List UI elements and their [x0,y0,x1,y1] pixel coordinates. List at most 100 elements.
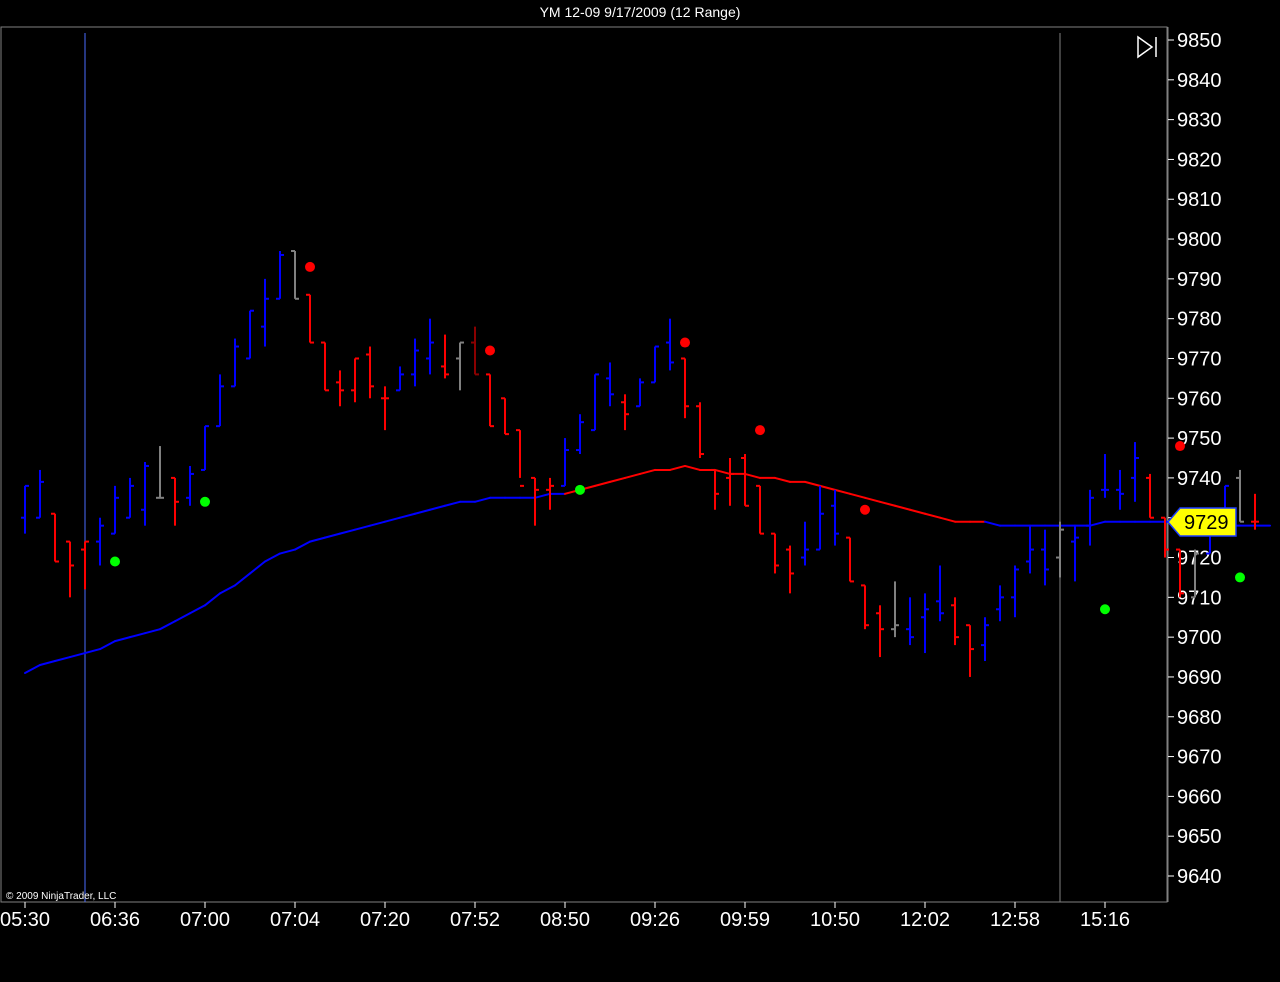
sell-signal-dot [860,504,870,515]
ohlc-bar [96,517,104,566]
ma-segment [894,504,911,511]
ma-segment [819,484,836,491]
ma-segment [129,632,146,639]
ma-segment [99,640,116,651]
ohlc-bar [1071,525,1079,582]
ohlc-bar [66,540,74,598]
ohlc-bar [201,425,209,471]
ohlc-bar [216,374,224,428]
ohlc-bar [636,378,644,408]
sell-signal-dot [1175,441,1185,452]
ma-segment [444,500,461,507]
ma-segment [744,472,761,479]
ohlc-bar [1251,493,1259,530]
x-tick-label: 08:50 [540,909,590,931]
ma-segment [639,468,656,475]
ma-segment [174,612,191,623]
x-tick-label: 07:20 [360,909,410,931]
x-tick-label: 09:26 [630,909,680,931]
ohlc-bar [456,341,464,391]
ohlc-bar [441,334,449,379]
ma-segment [69,652,86,659]
x-tick-label: 07:52 [450,909,500,931]
ma-segment [264,552,281,563]
ohlc-bar [1086,489,1094,546]
ohlc-bar [561,438,569,487]
ohlc-bar [516,429,524,487]
x-tick-label: 12:02 [900,909,950,931]
ohlc-bar [846,536,854,583]
y-tick-label: 9680 [1177,707,1222,729]
ohlc-bar [501,397,509,436]
ohlc-bar [771,532,779,574]
ma-segment [234,572,251,587]
ohlc-bar [396,366,404,392]
ohlc-bar [666,318,674,371]
ohlc-bar [741,454,749,507]
y-tick-label: 9670 [1177,747,1222,769]
price-bars [21,249,1259,677]
ma-segment [924,512,941,519]
ohlc-bar [156,446,164,499]
ohlc-bar [966,624,974,677]
buy-signal-dot [575,484,585,495]
ma-segment [879,500,896,507]
y-tick-label: 9640 [1177,866,1222,888]
ohlc-bar [696,402,704,458]
ohlc-bar [1131,442,1139,502]
y-tick-label: 9660 [1177,786,1222,808]
y-tick-label: 9830 [1177,110,1222,132]
x-tick-label: 10:50 [810,909,860,931]
ohlc-bar [801,521,809,566]
ohlc-bar [726,458,734,506]
x-tick-label: 06:36 [90,909,140,931]
ma-segment [849,492,866,499]
ohlc-bar [1056,521,1064,578]
y-tick-label: 9740 [1177,468,1222,490]
ma-segment [1089,520,1106,527]
chart-canvas[interactable]: 9850 9840 9830 9820 9810 9800 9790 9780 9770 9760… [0,0,1280,982]
ohlc-bar [1011,565,1019,618]
ohlc-bar [1116,469,1124,510]
ma-segment [114,636,131,643]
y-tick-label: 9650 [1177,826,1222,848]
ohlc-bar [906,597,914,646]
ma-segment [24,664,41,674]
ohlc-bar [351,357,359,403]
ma-segment [189,604,206,615]
ohlc-bar [591,373,599,432]
ma-segment [279,548,296,555]
ohlc-bar [861,584,869,630]
x-tick-label: 07:00 [180,909,230,931]
sell-signal-dot [485,345,495,356]
ohlc-bar [321,341,329,392]
ma-segment [399,512,416,519]
ma-segment [144,628,161,635]
ohlc-bar [651,345,659,384]
ma-segment [309,536,326,543]
ma-segment [429,504,446,511]
ohlc-bar [276,250,284,300]
ma-segment [624,472,641,479]
ohlc-bar [426,318,434,375]
ohlc-bar [756,484,764,535]
ma-segment [159,620,176,631]
scroll-to-end-icon[interactable] [1137,35,1157,59]
moving-average [24,464,1271,674]
buy-signal-dot [200,496,210,507]
ohlc-bar [126,477,134,519]
ohlc-bar [21,484,29,534]
ohlc-bar [981,617,989,662]
sell-signal-dot [305,261,315,272]
ohlc-bar [1101,454,1109,498]
current-price-marker: 9729 [1167,507,1237,537]
ohlc-bar [681,357,689,419]
ohlc-bar [171,476,179,526]
ohlc-bar [1041,529,1049,586]
ohlc-bar [471,326,479,376]
ma-segment [39,660,56,667]
ohlc-bar [621,394,629,431]
y-tick-label: 9770 [1177,348,1222,370]
ohlc-bar [996,585,1004,622]
ohlc-bar [51,512,59,563]
